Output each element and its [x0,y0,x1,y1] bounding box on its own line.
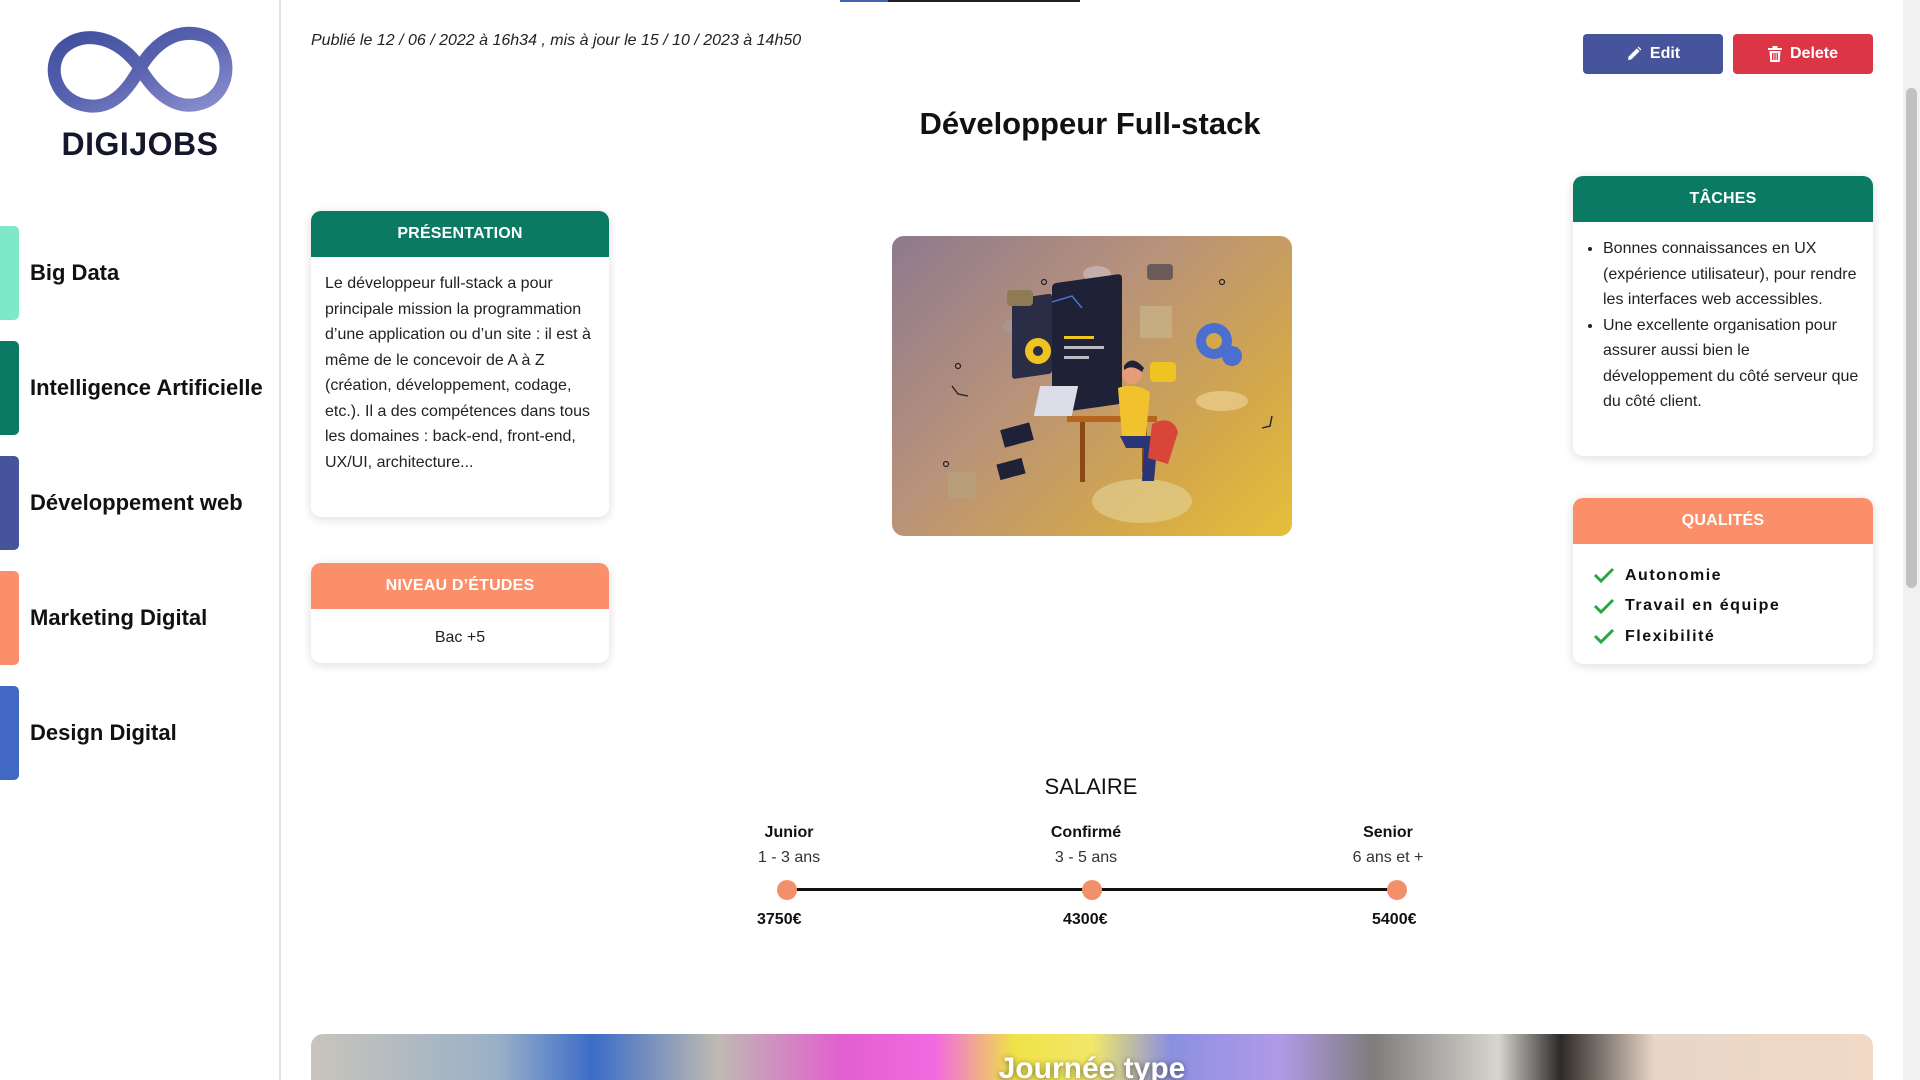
delete-button-label: Delete [1789,45,1839,62]
salary-amount: 5400€ [1372,911,1417,928]
page-title: Développeur Full-stack [919,106,1261,141]
salary-level-senior: Senior 6 ans et + [1308,824,1468,867]
sidebar-item-label: Design Digital [30,720,177,745]
trash-icon [1767,46,1782,62]
salary-dot [1082,880,1102,900]
sidebar-item-label: Big Data [30,260,120,285]
niveau-etudes-card: NIVEAU D’ÉTUDES Bac +5 [311,563,609,663]
nav-color-bar [0,456,19,550]
checkmark-icon [1593,629,1615,645]
sidebar-item-design-digital[interactable]: Design Digital [0,686,278,780]
banner-title: Journée type [998,1052,1186,1080]
list-item: Bonnes connaissances en UX (expérience u… [1603,236,1859,313]
edit-button-label: Edit [1649,45,1681,62]
quality-label: Travail en équipe [1625,597,1781,614]
salary-level: Junior [764,824,814,841]
scrollbar[interactable] [1903,0,1920,1080]
niveau-heading: NIVEAU D’ÉTUDES [311,563,609,609]
nav-color-bar [0,571,19,665]
sidebar-item-intelligence-artificielle[interactable]: Intelligence Artificielle [0,341,278,435]
salary-years: 1 - 3 ans [757,849,821,866]
pencil-icon [1627,46,1642,60]
publication-meta: Publié le 12 / 06 / 2022 à 16h34 , mis à… [311,32,802,49]
taches-heading: TÂCHES [1573,176,1873,222]
nav-color-bar [0,686,19,780]
sidebar-item-developpement-web[interactable]: Développement web [0,456,278,550]
sidebar-item-label: Développement web [30,490,243,515]
quality-label: Autonomie [1625,566,1723,584]
checkmark-icon [1593,568,1615,584]
salary-years: 6 ans et + [1352,849,1424,866]
sidebar-item-label: Marketing Digital [30,605,208,630]
edit-button[interactable]: Edit [1583,34,1723,74]
list-item: Autonomie [1587,560,1859,591]
qualites-card: QUALITÉS Autonomie Travail en équipe Fle… [1573,498,1873,664]
qualites-heading: QUALITÉS [1573,498,1873,544]
salary-level-confirme: Confirmé 3 - 5 ans [1006,824,1166,867]
taches-card: TÂCHES Bonnes connaissances en UX (expér… [1573,176,1873,456]
developer-at-desk-image [942,264,1273,523]
salary-level-junior: Junior 1 - 3 ans [709,824,869,867]
taches-list: Bonnes connaissances en UX (expérience u… [1587,236,1859,415]
salary-years: 3 - 5 ans [1054,849,1118,866]
brand-name: DIGIJOBS [61,126,219,162]
checkmark-icon [1593,598,1615,614]
journee-type-banner: Journée type [311,1034,1873,1080]
nav-color-bar [0,341,19,435]
presentation-heading: PRÉSENTATION [311,211,609,257]
top-nav-indicator [840,0,1080,2]
list-item: Flexibilité [1587,621,1859,652]
scrollbar-thumb[interactable] [1906,88,1917,588]
niveau-value: Bac +5 [434,629,486,646]
list-item: Une excellente organisation pour assurer… [1603,313,1859,415]
sidebar: DIGIJOBS Big Data Intelligence Artificie… [0,0,281,1080]
sidebar-item-marketing-digital[interactable]: Marketing Digital [0,571,278,665]
presentation-card: PRÉSENTATION Le développeur full-stack a… [311,211,609,517]
delete-button[interactable]: Delete [1733,34,1873,74]
presentation-text: Le développeur full-stack a pour princip… [325,275,591,471]
salary-level: Confirmé [1050,824,1122,841]
salary-dot [777,880,797,900]
salary-amount: 4300€ [1063,911,1108,928]
sidebar-item-big-data[interactable]: Big Data [0,226,278,320]
salary-dot [1387,880,1407,900]
logo[interactable]: DIGIJOBS [45,18,235,168]
salary-title: SALAIRE [1044,774,1138,799]
nav-color-bar [0,226,19,320]
list-item: Travail en équipe [1587,591,1859,622]
developer-illustration [892,236,1292,536]
sidebar-item-label: Intelligence Artificielle [30,375,263,400]
salary-level: Senior [1363,824,1413,841]
salary-amount: 3750€ [757,911,802,928]
infinity-logo-icon [47,26,233,113]
quality-label: Flexibilité [1625,627,1716,645]
